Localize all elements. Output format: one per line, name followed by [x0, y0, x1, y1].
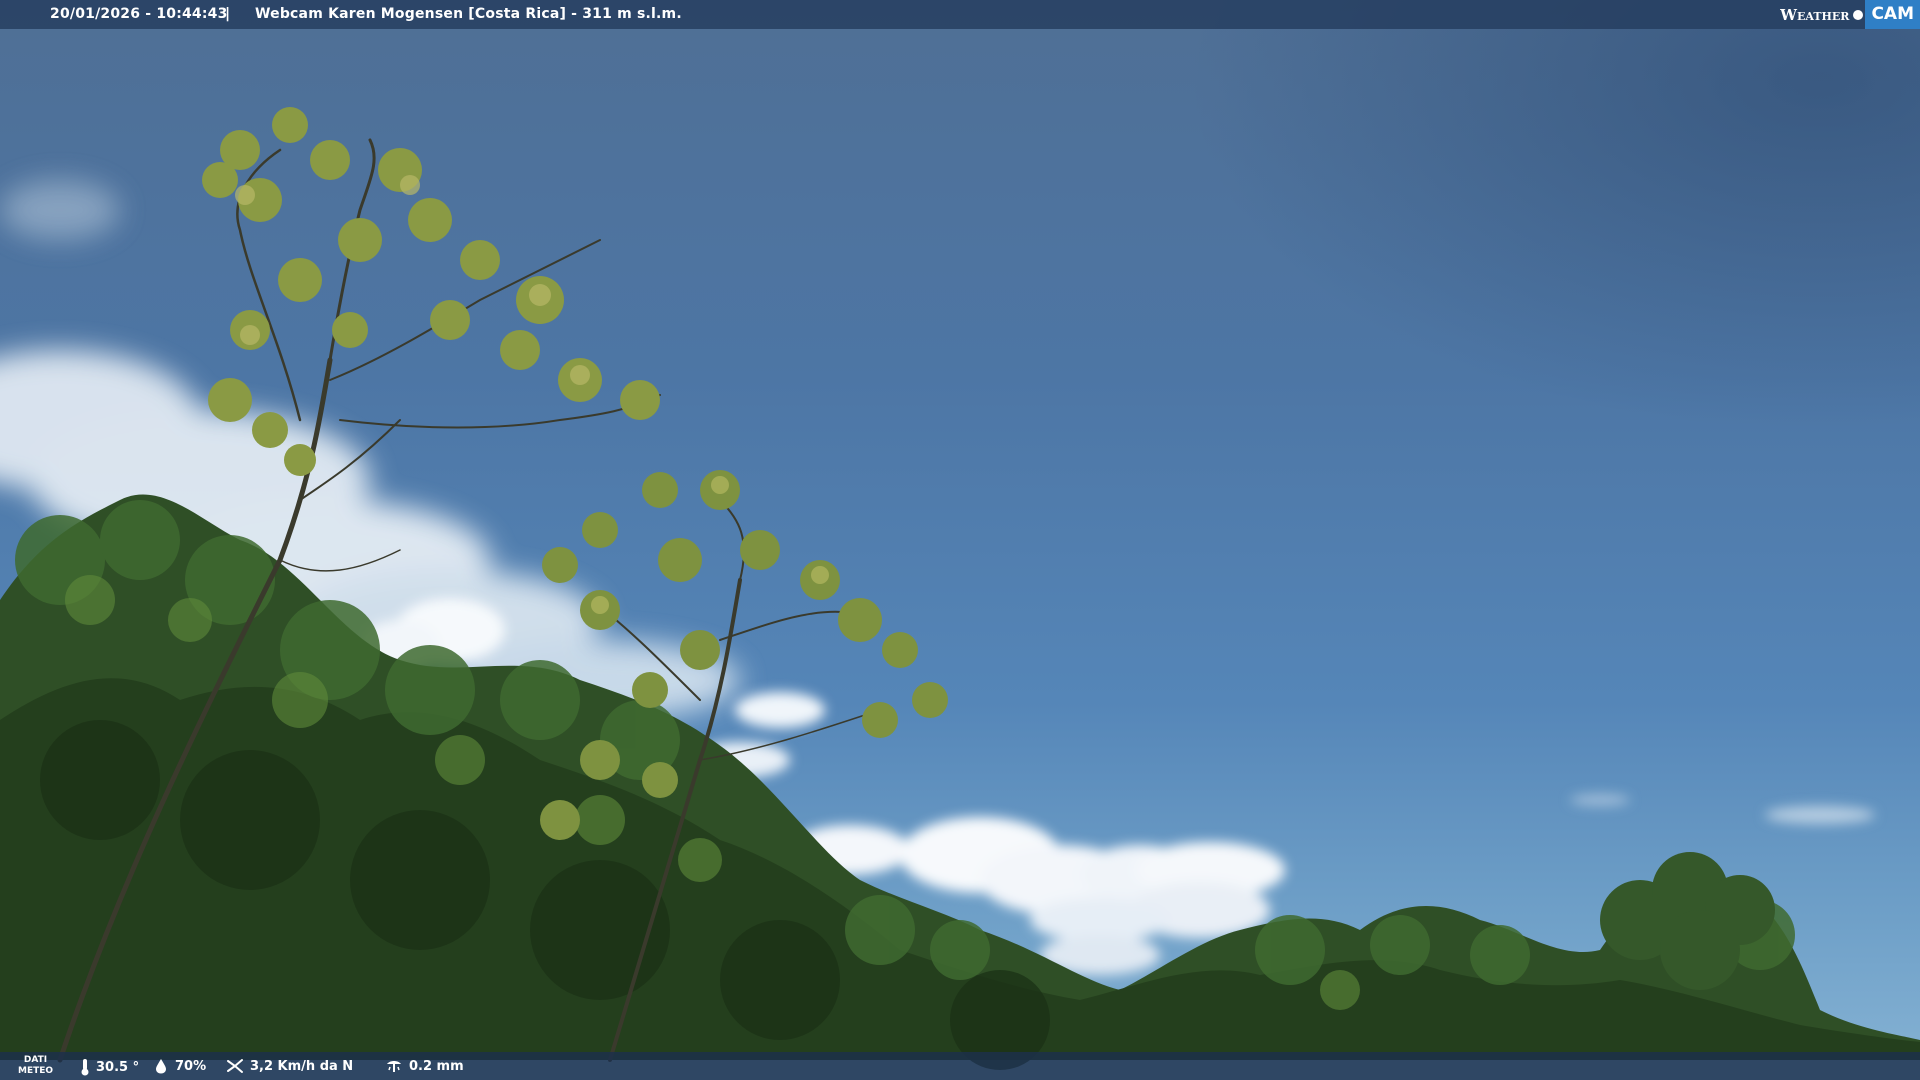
- humidity-drop-icon: [156, 1059, 166, 1074]
- wind-icon: [227, 1059, 243, 1073]
- meteo-label-line1: DATI: [23, 1055, 48, 1065]
- camera-title: Webcam Karen Mogensen [Costa Rica] - 311…: [255, 6, 682, 22]
- thermometer-icon: [81, 1059, 89, 1076]
- tall-tree-left-leaves: [202, 107, 660, 476]
- logo-cam-text: CAM: [1865, 0, 1920, 29]
- weather-data-bar: DATI METEO 30.5 ° 70% 3,2 Km/h da N 0.2 …: [0, 1052, 1920, 1080]
- webcam-scene: [0, 107, 1920, 1070]
- humidity-value: 70%: [175, 1058, 207, 1074]
- rain-value: 0.2 mm: [409, 1058, 464, 1074]
- humidity-reading: 70%: [153, 1058, 206, 1074]
- meteo-label-line2: METEO: [18, 1066, 54, 1076]
- rain-reading: 0.2 mm: [385, 1058, 464, 1074]
- temperature-value: 30.5 °: [96, 1059, 140, 1075]
- wind-value: 3,2 Km/h da N: [250, 1058, 354, 1074]
- rain-gauge-icon: [387, 1061, 401, 1072]
- title-separator: |: [225, 6, 231, 22]
- logo-dot-icon: [1853, 9, 1864, 20]
- meteo-label: DATI METEO: [18, 1055, 53, 1077]
- forest-canopy: [0, 494, 1920, 1070]
- webcam-frame: 20/01/2026 - 10:44:43 | Webcam Karen Mog…: [0, 0, 1920, 1080]
- weathercam-logo: Weather CAM: [1780, 0, 1920, 29]
- top-overlay-bar: 20/01/2026 - 10:44:43 | Webcam Karen Mog…: [0, 0, 1920, 29]
- timestamp: 20/01/2026 - 10:44:43: [50, 6, 228, 22]
- wind-reading: 3,2 Km/h da N: [226, 1058, 353, 1074]
- temperature-reading: 30.5 °: [80, 1058, 139, 1076]
- logo-weather-text: Weather: [1780, 5, 1850, 24]
